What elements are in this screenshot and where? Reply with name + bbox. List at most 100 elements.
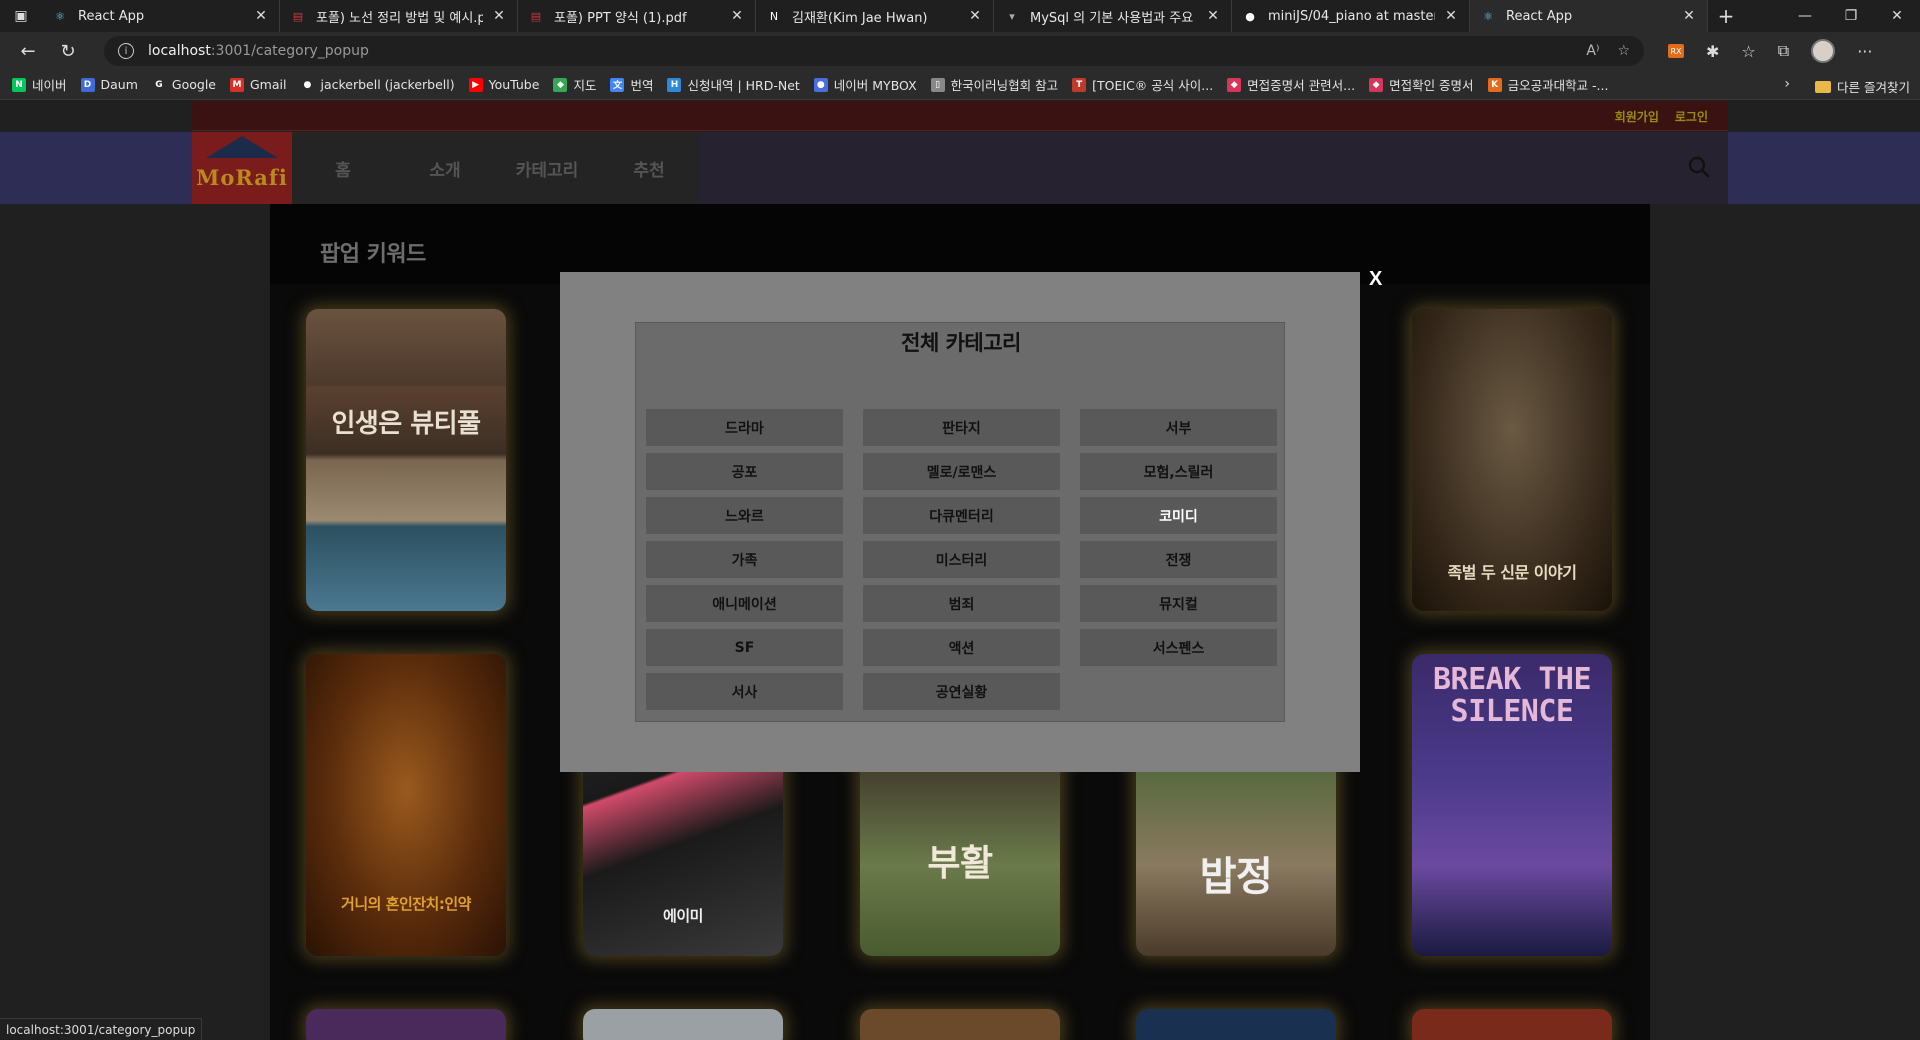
back-icon[interactable]: ← <box>8 32 48 70</box>
more-menu-icon[interactable]: ··· <box>1857 42 1872 61</box>
category-button[interactable]: 모험,스릴러 <box>1080 453 1277 490</box>
movie-poster[interactable]: BREAK THE SILENCE <box>1412 654 1612 956</box>
bookmark-label: YouTube <box>488 77 540 92</box>
site-info-icon[interactable]: i <box>118 43 134 59</box>
window-controls: — ❐ ✕ <box>1782 0 1920 32</box>
chevron-right-icon[interactable]: › <box>1784 76 1790 92</box>
movie-poster[interactable] <box>1136 1009 1336 1040</box>
signup-link[interactable]: 회원가입 <box>1615 108 1659 125</box>
popup-close-button[interactable]: X <box>1369 268 1382 291</box>
close-tab-icon[interactable]: ✕ <box>253 8 269 24</box>
category-button[interactable]: 코미디 <box>1080 497 1277 534</box>
extension-icon[interactable]: RX <box>1668 44 1684 58</box>
close-window-icon[interactable]: ✕ <box>1874 0 1920 32</box>
close-tab-icon[interactable]: ✕ <box>1681 8 1697 24</box>
login-link[interactable]: 로그인 <box>1675 108 1708 125</box>
category-button[interactable]: 판타지 <box>863 409 1060 446</box>
category-button[interactable]: 드라마 <box>646 409 843 446</box>
address-input[interactable]: i localhost:3001/category_popup A⁾ ☆ <box>104 36 1644 66</box>
bookmark-item[interactable]: ● 네이버 MYBOX <box>813 75 917 94</box>
react-icon: ⚛ <box>55 9 65 23</box>
category-button[interactable]: 서부 <box>1080 409 1277 446</box>
bookmark-label: 면접증명서 관련서... <box>1247 78 1356 93</box>
bookmark-item[interactable]: ◆ 지도 <box>553 75 596 94</box>
category-button[interactable]: 범죄 <box>863 585 1060 622</box>
browser-tab-bar: ▣ ⚛ React App ✕ ▤ 포폴) 노선 정리 방법 및 예시.pdf ✕ ▤ 포폴)… <box>0 0 1920 32</box>
nav-recommend[interactable]: 추천 <box>598 132 700 204</box>
react-icon: ⚛ <box>1483 9 1493 23</box>
favorite-star-icon[interactable]: ☆ <box>1617 43 1630 59</box>
bookmark-item[interactable]: ● jackerbell (jackerbell) <box>300 75 455 94</box>
movie-poster[interactable] <box>1412 1009 1612 1040</box>
movie-poster[interactable] <box>583 1009 783 1040</box>
bookmark-item[interactable]: G Google <box>152 75 216 94</box>
status-bar-url: localhost:3001/category_popup <box>0 1018 203 1040</box>
bookmark-item[interactable]: D Daum <box>80 75 138 94</box>
extensions-puzzle-icon[interactable]: ✱ <box>1706 42 1719 61</box>
movie-poster[interactable]: 족벌 두 신문 이야기 <box>1412 309 1612 611</box>
url-path: :3001/category_popup <box>210 43 369 59</box>
read-aloud-icon[interactable]: A⁾ <box>1586 43 1599 59</box>
minimize-icon[interactable]: — <box>1782 0 1828 32</box>
bookmark-item[interactable]: 文 번역 <box>610 75 653 94</box>
bookmark-item[interactable]: ◆ 면접확인 증명서 <box>1369 75 1474 94</box>
movie-poster[interactable]: 거니의 혼인잔치:인약 <box>306 654 506 956</box>
movie-poster[interactable] <box>306 1009 506 1040</box>
category-button[interactable]: 공연실황 <box>863 673 1060 710</box>
translate-icon: 文 <box>610 77 625 92</box>
close-tab-icon[interactable]: ✕ <box>1443 8 1459 24</box>
close-tab-icon[interactable]: ✕ <box>967 8 983 24</box>
browser-tab[interactable]: ▾ MySql 의 기본 사용법과 주요 명 ✕ <box>994 0 1232 32</box>
bookmark-item[interactable]: ▯ 한국이러닝협회 참고 <box>930 75 1058 94</box>
browser-tab[interactable]: ● miniJS/04_piano at master · jack ✕ <box>1232 0 1470 32</box>
category-button[interactable]: 뮤지컬 <box>1080 585 1277 622</box>
profile-avatar[interactable] <box>1811 39 1836 63</box>
movie-poster[interactable]: 인생은 뷰티풀 <box>306 309 506 611</box>
hrd-icon: H <box>667 77 682 92</box>
category-button[interactable]: 공포 <box>646 453 843 490</box>
category-button[interactable]: SF <box>646 629 843 666</box>
browser-tab[interactable]: ▤ 포폴) 노선 정리 방법 및 예시.pdf ✕ <box>280 0 518 32</box>
category-button[interactable]: 애니메이션 <box>646 585 843 622</box>
category-button[interactable]: 서스펜스 <box>1080 629 1277 666</box>
category-button[interactable]: 다큐멘터리 <box>863 497 1060 534</box>
category-button[interactable]: 가족 <box>646 541 843 578</box>
bookmark-item[interactable]: T [TOEIC® 공식 사이... <box>1072 75 1213 94</box>
close-tab-icon[interactable]: ✕ <box>1205 8 1221 24</box>
other-bookmarks-folder[interactable]: 다른 즐겨찾기 <box>1815 77 1910 96</box>
collections-icon[interactable]: ⧉ <box>1778 41 1789 61</box>
browser-tab[interactable]: ▤ 포폴) PPT 양식 (1).pdf ✕ <box>518 0 756 32</box>
browser-tab[interactable]: N 김재환(Kim Jae Hwan) ✕ <box>756 0 994 32</box>
browser-tab[interactable]: ⚛ React App ✕ <box>42 0 280 32</box>
category-button[interactable]: 느와르 <box>646 497 843 534</box>
category-button[interactable]: 액션 <box>863 629 1060 666</box>
category-button[interactable]: 전쟁 <box>1080 541 1277 578</box>
close-tab-icon[interactable]: ✕ <box>729 8 745 24</box>
close-tab-icon[interactable]: ✕ <box>491 8 507 24</box>
new-tab-button[interactable]: + <box>1708 4 1744 28</box>
bookmark-item[interactable]: ◆ 면접증명서 관련서... <box>1227 75 1355 94</box>
bookmark-item[interactable]: K 금오공과대학교 -... <box>1487 75 1608 94</box>
bookmark-label: Daum <box>100 77 138 92</box>
github-icon: ● <box>1245 9 1255 23</box>
bookmark-item[interactable]: N 네이버 <box>12 75 67 94</box>
bookmark-item[interactable]: ▶ YouTube <box>468 75 540 94</box>
address-toolbar: ← ↻ i localhost:3001/category_popup A⁾ ☆… <box>0 32 1920 70</box>
bookmark-item[interactable]: H 신청내역 | HRD-Net <box>667 75 800 94</box>
search-icon[interactable] <box>1688 156 1710 178</box>
movie-poster[interactable] <box>860 1009 1060 1040</box>
nav-about[interactable]: 소개 <box>394 132 496 204</box>
category-button[interactable]: 서사 <box>646 673 843 710</box>
favorites-icon[interactable]: ☆ <box>1741 42 1755 61</box>
browser-tab[interactable]: ⚛ React App ✕ <box>1470 0 1708 32</box>
restore-icon[interactable]: ❐ <box>1828 0 1874 32</box>
tab-actions-icon[interactable]: ▣ <box>0 0 42 32</box>
site-logo[interactable]: MoRafi <box>192 132 292 204</box>
refresh-icon[interactable]: ↻ <box>48 32 88 70</box>
bookmark-item[interactable]: M Gmail <box>230 75 286 94</box>
notion-icon: N <box>769 9 779 23</box>
nav-home[interactable]: 홈 <box>292 132 394 204</box>
category-button[interactable]: 미스터리 <box>863 541 1060 578</box>
category-button[interactable]: 멜로/로맨스 <box>863 453 1060 490</box>
nav-category[interactable]: 카테고리 <box>496 132 598 204</box>
